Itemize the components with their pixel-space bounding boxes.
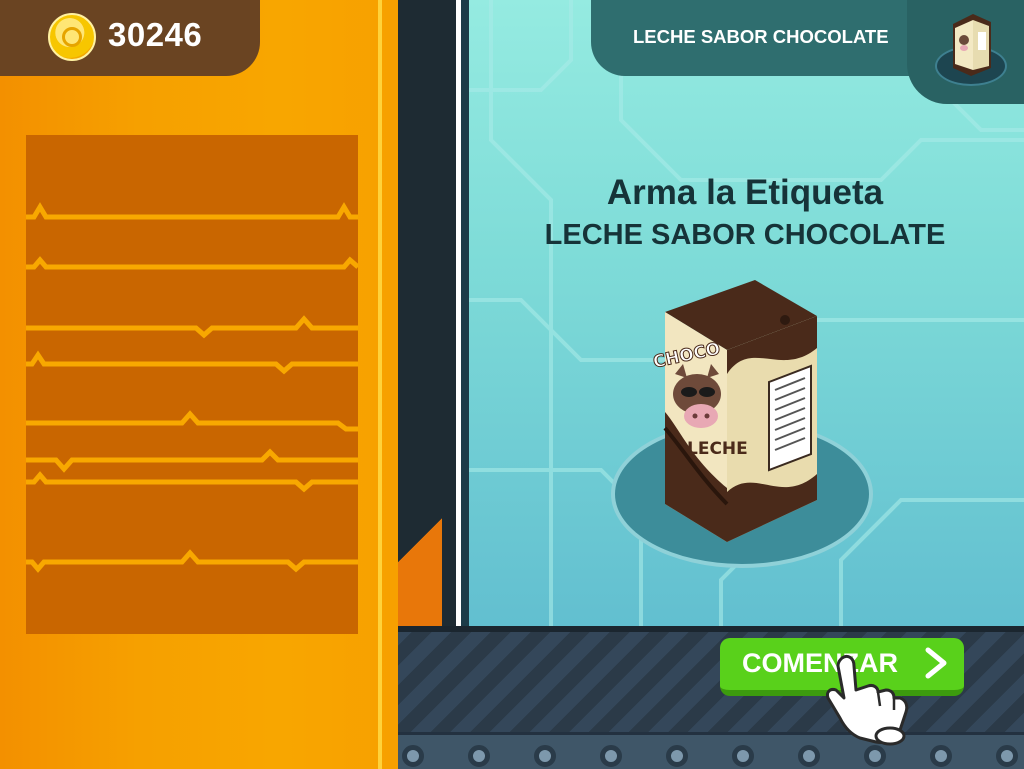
roller: [468, 745, 490, 767]
panel-frame: [461, 0, 469, 626]
belt-strip: [398, 732, 1024, 769]
divider-line: [26, 549, 358, 573]
coin-counter: 30246: [0, 0, 260, 76]
roller: [996, 745, 1018, 767]
product-preview-panel: LECHE SABOR CHOCOLATE Arma la Etiqueta L…: [456, 0, 1024, 626]
chocolate-milk-carton-icon: CHOCO LECHE: [651, 280, 817, 542]
divider-line: [26, 350, 358, 375]
roller: [864, 745, 886, 767]
divider-line: [26, 256, 358, 270]
product-thumbnail: [907, 0, 1024, 104]
label-pieces-area[interactable]: [26, 135, 358, 634]
game-title: Arma la Etiqueta: [606, 173, 884, 212]
puzzle-dividers: [26, 202, 358, 573]
coin-count: 30246: [108, 16, 203, 53]
coin-icon: [48, 13, 96, 61]
divider-line: [26, 448, 358, 473]
divider-line: [26, 315, 358, 339]
brand-bottom: LECHE: [687, 439, 748, 459]
product-header: LECHE SABOR CHOCOLATE: [591, 0, 1024, 104]
milk-carton-thumbnail-icon: [953, 14, 991, 76]
conveyor-rail: [398, 626, 1024, 632]
label-workspace-panel: 30246: [0, 0, 398, 769]
product-name: LECHE SABOR CHOCOLATE: [633, 26, 889, 47]
roller: [534, 745, 556, 767]
divider-line: [26, 410, 358, 432]
chevron-right-icon: [925, 647, 947, 679]
panel-bevel: [398, 478, 442, 626]
roller: [600, 745, 622, 767]
roller: [666, 745, 688, 767]
roller: [402, 745, 424, 767]
divider-line: [26, 471, 358, 493]
divider-line: [26, 202, 358, 220]
pointer-hand-icon: [826, 654, 909, 746]
roller: [732, 745, 754, 767]
roller: [930, 745, 952, 767]
roller: [798, 745, 820, 767]
game-subtitle: LECHE SABOR CHOCOLATE: [544, 219, 946, 251]
panel-edge-stripe: [378, 0, 382, 769]
